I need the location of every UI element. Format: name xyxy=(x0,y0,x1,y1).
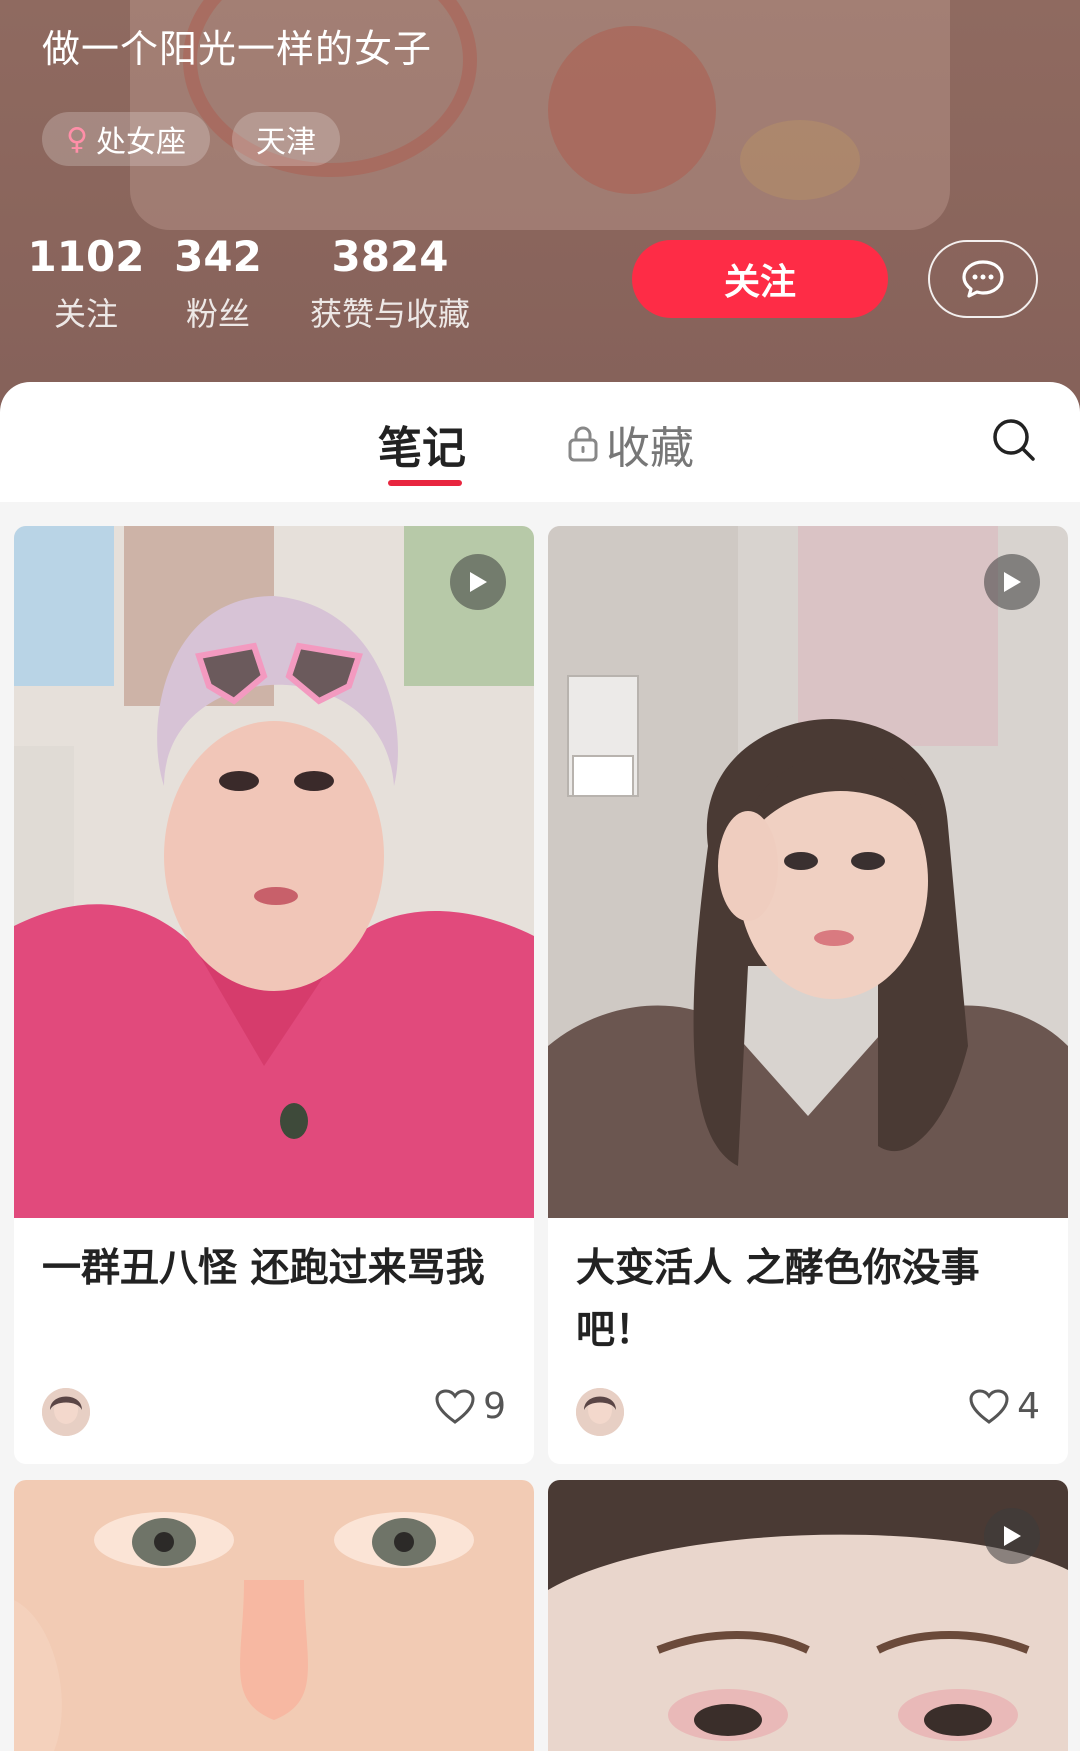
profile-header: 做一个阳光一样的女子 ♀ 处女座 天津 1102 关注 342 粉丝 3824 … xyxy=(0,0,1080,420)
zodiac-tag-label: 处女座 xyxy=(95,125,186,160)
note-card[interactable]: 一群丑八怪 还跑过来骂我 9 xyxy=(14,526,534,1464)
author-avatar[interactable] xyxy=(42,1388,90,1436)
like-button[interactable]: 9 xyxy=(435,1386,506,1427)
followers-count: 342 xyxy=(174,232,262,281)
play-icon xyxy=(1004,1526,1021,1546)
video-play-badge xyxy=(984,554,1040,610)
tab-favorites[interactable]: 收藏 xyxy=(566,412,694,476)
note-cover-image[interactable] xyxy=(14,526,534,1218)
note-cover-image[interactable] xyxy=(548,1480,1068,1751)
active-tab-indicator xyxy=(388,480,462,486)
location-tag: 天津 xyxy=(231,112,340,166)
video-play-badge xyxy=(984,1508,1040,1564)
search-icon xyxy=(993,419,1035,461)
chat-bubble-icon xyxy=(962,260,1004,298)
note-card[interactable]: 大变活人 之酵色你没事吧！ 4 xyxy=(548,526,1068,1464)
cover-photo xyxy=(14,1480,534,1751)
cover-photo xyxy=(548,526,1068,1218)
search-button[interactable] xyxy=(990,416,1038,464)
profile-bio: 做一个阳光一样的女子 xyxy=(42,27,433,71)
heart-icon xyxy=(969,1388,1009,1424)
likes-collects-stat[interactable]: 3824 获赞与收藏 xyxy=(290,232,490,335)
note-cover-image[interactable] xyxy=(14,1480,534,1751)
message-button[interactable] xyxy=(928,240,1038,318)
location-tag-label: 天津 xyxy=(255,125,316,160)
likes-collects-count: 3824 xyxy=(331,232,449,281)
play-icon xyxy=(1004,572,1021,592)
heart-icon xyxy=(435,1388,475,1424)
like-count: 9 xyxy=(483,1386,506,1427)
profile-tabs: 笔记 收藏 xyxy=(0,382,1080,502)
note-cover-image[interactable] xyxy=(548,526,1068,1218)
note-card[interactable] xyxy=(548,1480,1068,1751)
note-card[interactable] xyxy=(14,1480,534,1751)
play-icon xyxy=(470,572,487,592)
video-play-badge xyxy=(450,554,506,610)
tab-notes[interactable]: 笔记 xyxy=(378,412,466,476)
follow-button[interactable]: 关注 xyxy=(632,240,888,318)
profile-tags: ♀ 处女座 天津 xyxy=(42,112,340,166)
zodiac-tag: ♀ 处女座 xyxy=(42,112,210,166)
note-title[interactable]: 大变活人 之酵色你没事吧！ xyxy=(576,1238,1040,1362)
female-icon: ♀ xyxy=(66,121,88,157)
author-avatar[interactable] xyxy=(576,1388,624,1436)
followers-label: 粉丝 xyxy=(185,295,250,333)
lock-icon xyxy=(568,426,598,462)
like-count: 4 xyxy=(1017,1386,1040,1427)
tab-favorites-label: 收藏 xyxy=(606,423,694,474)
note-title[interactable]: 一群丑八怪 还跑过来骂我 xyxy=(42,1238,506,1300)
followers-stat[interactable]: 342 粉丝 xyxy=(118,232,318,335)
likes-collects-label: 获赞与收藏 xyxy=(309,295,470,333)
like-button[interactable]: 4 xyxy=(969,1386,1040,1427)
cover-photo xyxy=(14,526,534,1218)
